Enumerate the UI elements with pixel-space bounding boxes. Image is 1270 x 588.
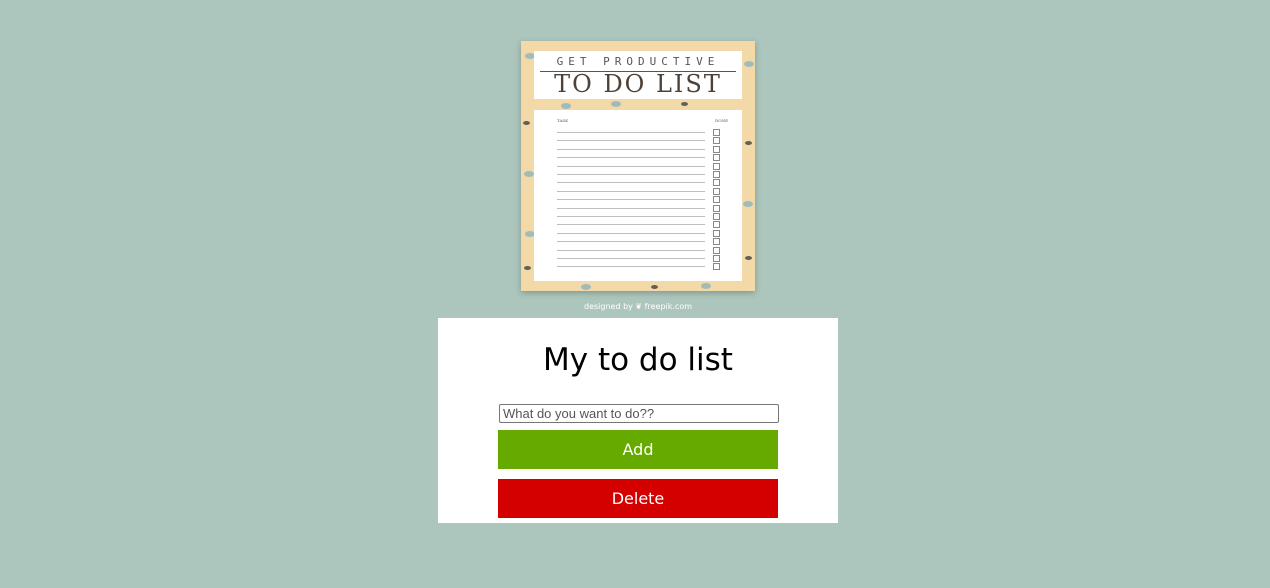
delete-button[interactable]: Delete — [498, 479, 778, 518]
poster-row-line — [557, 190, 705, 192]
poster-checklist-row — [557, 196, 741, 204]
leaf-decoration — [611, 101, 621, 107]
poster-row-line — [557, 207, 705, 209]
leaf-decoration — [581, 284, 591, 290]
poster-checklist-row — [557, 221, 741, 229]
checkbox-icon — [713, 196, 720, 204]
poster-row-line — [557, 182, 705, 184]
poster-row-line — [557, 157, 705, 159]
poster-row-line — [557, 199, 705, 201]
poster-checklist-row — [557, 129, 741, 136]
poster-row-line — [557, 224, 705, 226]
poster-checklist-row — [557, 187, 741, 195]
poster-row-line — [557, 241, 705, 243]
leaf-decoration — [744, 61, 754, 67]
poster-row-line — [557, 132, 705, 133]
poster-row-line — [557, 258, 705, 259]
checkbox-icon — [713, 229, 720, 237]
leaf-decoration — [701, 283, 711, 289]
checkbox-icon — [713, 179, 720, 187]
checkbox-icon — [713, 238, 720, 246]
poster-checklist-row — [557, 137, 741, 145]
poster-row-line — [557, 140, 705, 142]
poster-subtitle: GET PRODUCTIVE — [556, 55, 720, 68]
todo-list-poster-image: GET PRODUCTIVE TO DO LIST TASK DONE — [521, 41, 755, 291]
poster-row-line — [557, 249, 705, 251]
todo-card: My to do list Add Delete — [438, 318, 838, 523]
leaf-decoration — [745, 141, 752, 145]
poster-column-task: TASK — [557, 118, 569, 123]
poster-title: TO DO LIST — [554, 70, 722, 98]
task-input[interactable] — [499, 404, 779, 423]
leaf-decoration — [651, 285, 658, 289]
poster-checklist-row — [557, 179, 741, 187]
poster-header: GET PRODUCTIVE TO DO LIST — [534, 51, 742, 99]
checkbox-icon — [713, 204, 720, 212]
checkbox-icon — [713, 221, 720, 229]
poster-checklist-row — [557, 145, 741, 153]
poster-checklist-row — [557, 263, 741, 271]
checkbox-icon — [713, 246, 720, 254]
poster-checklist-row — [557, 229, 741, 237]
checkbox-icon — [713, 137, 720, 145]
poster-row-line — [557, 148, 705, 150]
poster-column-done: DONE — [715, 118, 728, 123]
poster-checklist-sheet: TASK DONE — [534, 110, 742, 281]
poster-checklist-row — [557, 238, 741, 246]
leaf-decoration — [524, 266, 531, 270]
leaf-decoration — [524, 171, 534, 177]
poster-checklist-row — [557, 162, 741, 170]
checkbox-icon — [713, 187, 720, 195]
image-credit: designed by ❦ freepik.com — [583, 302, 693, 311]
poster-checklist-row — [557, 171, 741, 178]
poster-row-line — [557, 232, 705, 234]
poster-row-line — [557, 266, 705, 268]
poster-checklist-row — [557, 204, 741, 212]
checkbox-icon — [713, 255, 720, 262]
leaf-decoration — [681, 102, 688, 106]
checkbox-icon — [713, 145, 720, 153]
page-title: My to do list — [543, 342, 733, 378]
checkbox-icon — [713, 263, 720, 271]
leaf-decoration — [561, 103, 571, 109]
checkbox-icon — [713, 213, 720, 220]
checkbox-icon — [713, 154, 720, 162]
page: GET PRODUCTIVE TO DO LIST TASK DONE desi… — [0, 0, 1270, 588]
checkbox-icon — [713, 129, 720, 136]
checkbox-icon — [713, 171, 720, 178]
add-button[interactable]: Add — [498, 430, 778, 469]
leaf-decoration — [743, 201, 753, 207]
leaf-decoration — [745, 256, 752, 260]
poster-checklist-row — [557, 246, 741, 254]
poster-row-line — [557, 165, 705, 167]
checkbox-icon — [713, 162, 720, 170]
leaf-decoration — [523, 121, 530, 125]
poster-checklist-row — [557, 255, 741, 262]
poster-checklist-row — [557, 154, 741, 162]
poster-row-line — [557, 174, 705, 175]
poster-row-line — [557, 216, 705, 217]
poster-checklist-row — [557, 213, 741, 220]
